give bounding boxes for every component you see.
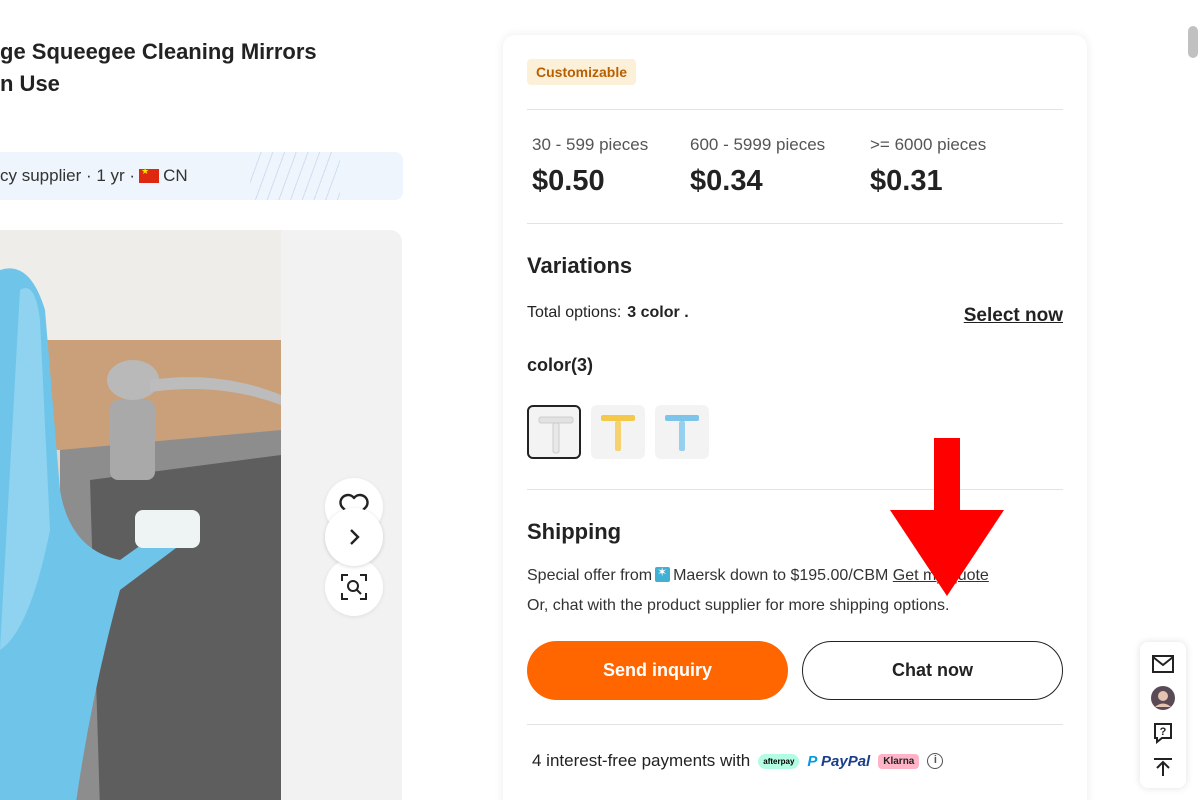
payment-text: 4 interest-free payments with [532, 751, 751, 770]
price-tier-1: 30 - 599 pieces $0.50 [532, 135, 648, 198]
payment-options: 4 interest-free payments with afterpay P… [532, 751, 944, 771]
send-inquiry-button[interactable]: Send inquiry [527, 641, 788, 700]
variations-heading: Variations [527, 253, 633, 278]
product-page: ge Squeegee Cleaning Mirrors n Use cy su… [0, 0, 1200, 800]
svg-text:?: ? [1160, 726, 1167, 738]
messages-button[interactable] [1151, 652, 1175, 676]
paypal-logo: P PayPal [807, 752, 871, 770]
decorative-stripes [250, 152, 340, 200]
color-swatch-white[interactable] [527, 405, 581, 459]
chat-now-button[interactable]: Chat now [802, 641, 1063, 700]
supplier-info-bar[interactable]: cy supplier · 1 yr · CN [0, 152, 403, 200]
image-search-icon [341, 574, 367, 600]
shipping-offer-suffix: down to $195.00/CBM [730, 567, 889, 584]
annotation-down-arrow [890, 438, 1004, 596]
product-main-image[interactable] [0, 230, 281, 800]
tier-price: $0.31 [870, 165, 943, 197]
scrollbar-thumb[interactable] [1188, 26, 1198, 58]
paypal-text: PayPal [821, 752, 871, 770]
purchase-card: Customizable 30 - 599 pieces $0.50 600 -… [503, 35, 1087, 800]
tier-range: 30 - 599 pieces [532, 135, 649, 154]
squeegee-blue-thumbnail [665, 415, 699, 451]
tier-price: $0.34 [690, 165, 763, 197]
tier-range: >= 6000 pieces [870, 135, 987, 154]
divider [527, 724, 1063, 725]
price-tier-2: 600 - 5999 pieces $0.34 [690, 135, 825, 198]
total-options: Total options: 3 color . [527, 304, 689, 322]
klarna-logo: Klarna [878, 753, 920, 769]
shipping-note: Or, chat with the product supplier for m… [527, 597, 950, 614]
mail-icon [1152, 655, 1174, 673]
chevron-right-icon [350, 529, 360, 545]
image-search-button[interactable] [325, 558, 383, 616]
avatar[interactable] [1151, 686, 1175, 710]
back-to-top-button[interactable] [1151, 755, 1175, 779]
tier-price: $0.50 [532, 165, 605, 197]
feedback-button[interactable]: ? [1151, 721, 1175, 745]
supplier-country: CN [163, 166, 188, 185]
divider [527, 223, 1063, 224]
shipping-carrier: Maersk [673, 567, 726, 584]
info-icon[interactable]: i [927, 753, 944, 769]
customizable-badge: Customizable [527, 59, 637, 85]
product-title: ge Squeegee Cleaning Mirrors n Use [0, 39, 317, 96]
help-icon: ? [1154, 723, 1172, 744]
divider [527, 109, 1063, 110]
china-flag-icon [139, 166, 160, 183]
color-label: color(3) [527, 355, 594, 375]
total-options-label: Total options: [527, 304, 622, 321]
tier-range: 600 - 5999 pieces [690, 135, 826, 154]
supplier-type-text: cy supplier · 1 yr · [0, 166, 136, 185]
back-to-top-icon [1154, 758, 1172, 776]
squeegee-white-thumbnail [538, 416, 574, 454]
afterpay-logo: afterpay [758, 753, 800, 769]
next-image-button[interactable] [325, 508, 383, 566]
shipping-heading: Shipping [527, 519, 622, 544]
floating-toolbar: ? [1140, 642, 1186, 788]
color-swatch-yellow[interactable] [591, 405, 645, 459]
product-photo-illustration [0, 230, 281, 800]
avatar-icon [1151, 686, 1175, 710]
squeegee-yellow-thumbnail [601, 415, 635, 451]
total-options-value: 3 color . [627, 304, 689, 321]
shipping-offer-prefix: Special offer from [527, 567, 653, 584]
color-swatch-blue[interactable] [655, 405, 709, 459]
select-now-link[interactable]: Select now [964, 305, 1063, 327]
price-tier-3: >= 6000 pieces $0.31 [870, 135, 986, 198]
maersk-logo-icon [655, 565, 671, 582]
product-gallery [0, 230, 402, 800]
